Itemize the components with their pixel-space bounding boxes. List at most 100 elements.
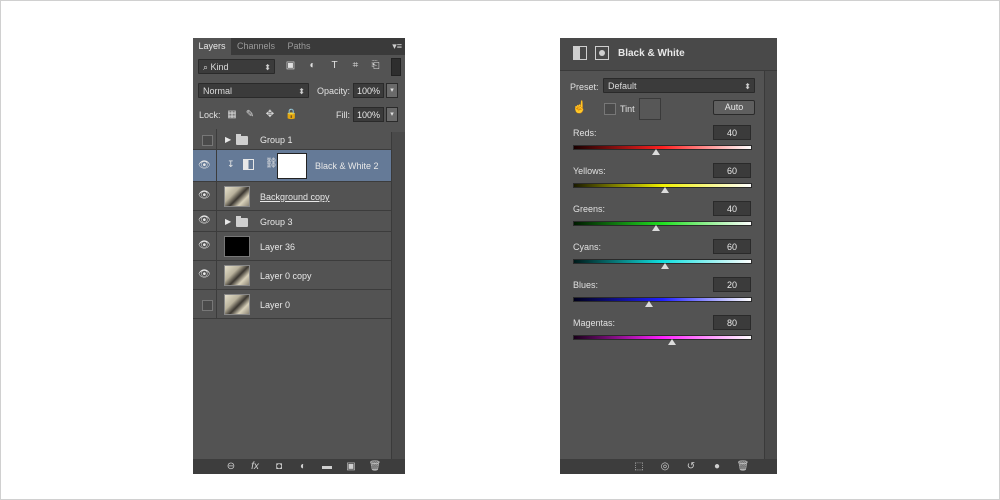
slider-track[interactable] (573, 335, 752, 340)
layer-name[interactable]: Layer 36 (260, 242, 295, 252)
fill-dropdown[interactable]: ▾ (386, 107, 398, 122)
lock-position-icon[interactable]: ✥ (265, 110, 275, 120)
filter-kind-select[interactable]: ⌕ Kind ⬍ (198, 59, 275, 74)
layer-mask-thumbnail[interactable] (277, 153, 307, 179)
slider-thumb[interactable] (661, 187, 670, 193)
properties-title: Black & White (618, 48, 685, 59)
layer-name[interactable]: Black & White 2 (315, 161, 379, 171)
slider-thumb[interactable] (652, 149, 661, 155)
layer-row-background-copy[interactable]: 👁 Background copy (193, 182, 391, 211)
properties-panel: Black & White Preset: Default ⬍ ☝ Tint A… (560, 38, 777, 474)
slider-value-input[interactable]: 40 (713, 125, 751, 140)
properties-header: Black & White (560, 38, 777, 71)
layer-name[interactable]: Background copy (260, 192, 330, 202)
visibility-icon[interactable]: ● (710, 460, 724, 473)
blend-mode-value: Normal (203, 86, 233, 96)
add-mask-icon[interactable]: ◘ (272, 460, 286, 473)
adjustment-filter-icon[interactable]: ◐ (307, 60, 318, 71)
lock-all-icon[interactable]: 🔒 (285, 110, 297, 120)
slider-track[interactable] (573, 221, 752, 226)
chain-link-icon[interactable]: ⛓ (265, 158, 278, 169)
opacity-dropdown[interactable]: ▾ (386, 83, 398, 98)
row-divider (216, 129, 217, 149)
layers-scrollbar[interactable] (391, 132, 405, 474)
new-group-icon[interactable]: ▬ (320, 460, 334, 473)
smart-object-filter-icon[interactable]: ⎗ (370, 60, 381, 71)
layer-row-layer-36[interactable]: 👁 Layer 36 (193, 232, 391, 261)
mask-icon[interactable] (595, 46, 609, 60)
filter-toggle[interactable] (391, 58, 401, 76)
expand-arrow-icon[interactable]: ▶ (225, 217, 231, 226)
row-divider (216, 232, 217, 260)
adjustment-icon[interactable] (573, 46, 587, 60)
layer-row-black-white-2[interactable]: 👁 ↧ ⛓ Black & White 2 (193, 150, 391, 182)
slider-label: Cyans: (573, 242, 602, 252)
select-arrow-icon: ⬍ (744, 82, 751, 91)
trash-icon[interactable]: 🗑 (736, 460, 750, 473)
new-adjustment-icon[interactable]: ◐ (296, 460, 310, 473)
fill-input[interactable]: 100% (353, 107, 384, 122)
lock-transparent-icon[interactable]: ▦ (227, 110, 237, 120)
layer-name[interactable]: Group 1 (260, 135, 293, 145)
layer-name[interactable]: Group 3 (260, 217, 293, 227)
auto-button[interactable]: Auto (713, 100, 755, 115)
blend-mode-select[interactable]: Normal ⬍ (198, 83, 309, 98)
folder-icon (236, 134, 248, 145)
expand-arrow-icon[interactable]: ▶ (225, 135, 231, 144)
visibility-toggle-off[interactable] (202, 135, 213, 146)
eye-icon[interactable]: 👁 (198, 240, 211, 252)
tab-channels[interactable]: Channels (232, 38, 280, 55)
select-arrow-icon: ⬍ (264, 63, 271, 72)
eye-icon[interactable]: 👁 (198, 215, 211, 227)
layer-name[interactable]: Layer 0 copy (260, 271, 312, 281)
reset-icon[interactable]: ↺ (684, 460, 698, 473)
eye-icon[interactable]: 👁 (198, 160, 211, 172)
layer-row-group-3[interactable]: 👁 ▶ Group 3 (193, 211, 391, 232)
eye-icon[interactable]: 👁 (198, 269, 211, 281)
slider-thumb[interactable] (668, 339, 677, 345)
layer-row-layer-0-copy[interactable]: 👁 Layer 0 copy (193, 261, 391, 290)
layer-thumbnail[interactable] (224, 294, 250, 315)
slider-value-input[interactable]: 40 (713, 201, 751, 216)
trash-icon[interactable]: 🗑 (368, 460, 382, 473)
targeted-adjustment-hand-icon[interactable]: ☝ (572, 100, 587, 114)
opacity-input[interactable]: 100% (353, 83, 384, 98)
slider-value-input[interactable]: 20 (713, 277, 751, 292)
panel-menu-icon[interactable]: ▾≡ (392, 41, 402, 52)
tint-checkbox[interactable] (604, 103, 616, 115)
layer-row-layer-0[interactable]: Layer 0 (193, 290, 391, 319)
slider-thumb[interactable] (661, 263, 670, 269)
layer-row-group-1[interactable]: ▶ Group 1 (193, 129, 391, 150)
slider-track[interactable] (573, 297, 752, 302)
layer-name[interactable]: Layer 0 (260, 300, 290, 310)
tab-layers[interactable]: Layers (193, 38, 231, 55)
new-layer-icon[interactable]: ▣ (344, 460, 358, 473)
slider-track[interactable] (573, 145, 752, 150)
layer-thumbnail[interactable] (224, 265, 250, 286)
mask-dot (599, 50, 605, 56)
clip-to-layer-icon[interactable]: ⬚ (632, 460, 646, 473)
image-filter-icon[interactable]: ▣ (285, 60, 296, 71)
properties-footer: ⬚ ◎ ↺ ● 🗑 (560, 459, 777, 474)
eye-icon[interactable]: 👁 (198, 190, 211, 202)
slider-value-input[interactable]: 60 (713, 239, 751, 254)
preset-select[interactable]: Default ⬍ (603, 78, 755, 93)
fx-icon[interactable]: fx (248, 460, 262, 473)
slider-value-input[interactable]: 80 (713, 315, 751, 330)
visibility-toggle-off[interactable] (202, 300, 213, 311)
type-filter-icon[interactable]: T (329, 60, 340, 71)
slider-thumb[interactable] (652, 225, 661, 231)
view-previous-icon[interactable]: ◎ (658, 460, 672, 473)
folder-icon (236, 216, 248, 227)
properties-scrollbar[interactable] (764, 71, 777, 459)
tint-color-swatch[interactable] (639, 98, 661, 120)
layer-thumbnail[interactable] (224, 236, 250, 257)
slider-label: Magentas: (573, 318, 616, 328)
link-layers-icon[interactable]: ⊖ (224, 460, 238, 473)
slider-value-input[interactable]: 60 (713, 163, 751, 178)
layer-thumbnail[interactable] (224, 186, 250, 207)
lock-image-icon[interactable]: ✎ (245, 110, 255, 120)
tab-paths[interactable]: Paths (281, 38, 317, 55)
shape-filter-icon[interactable]: ⌗ (350, 60, 361, 71)
slider-thumb[interactable] (645, 301, 654, 307)
